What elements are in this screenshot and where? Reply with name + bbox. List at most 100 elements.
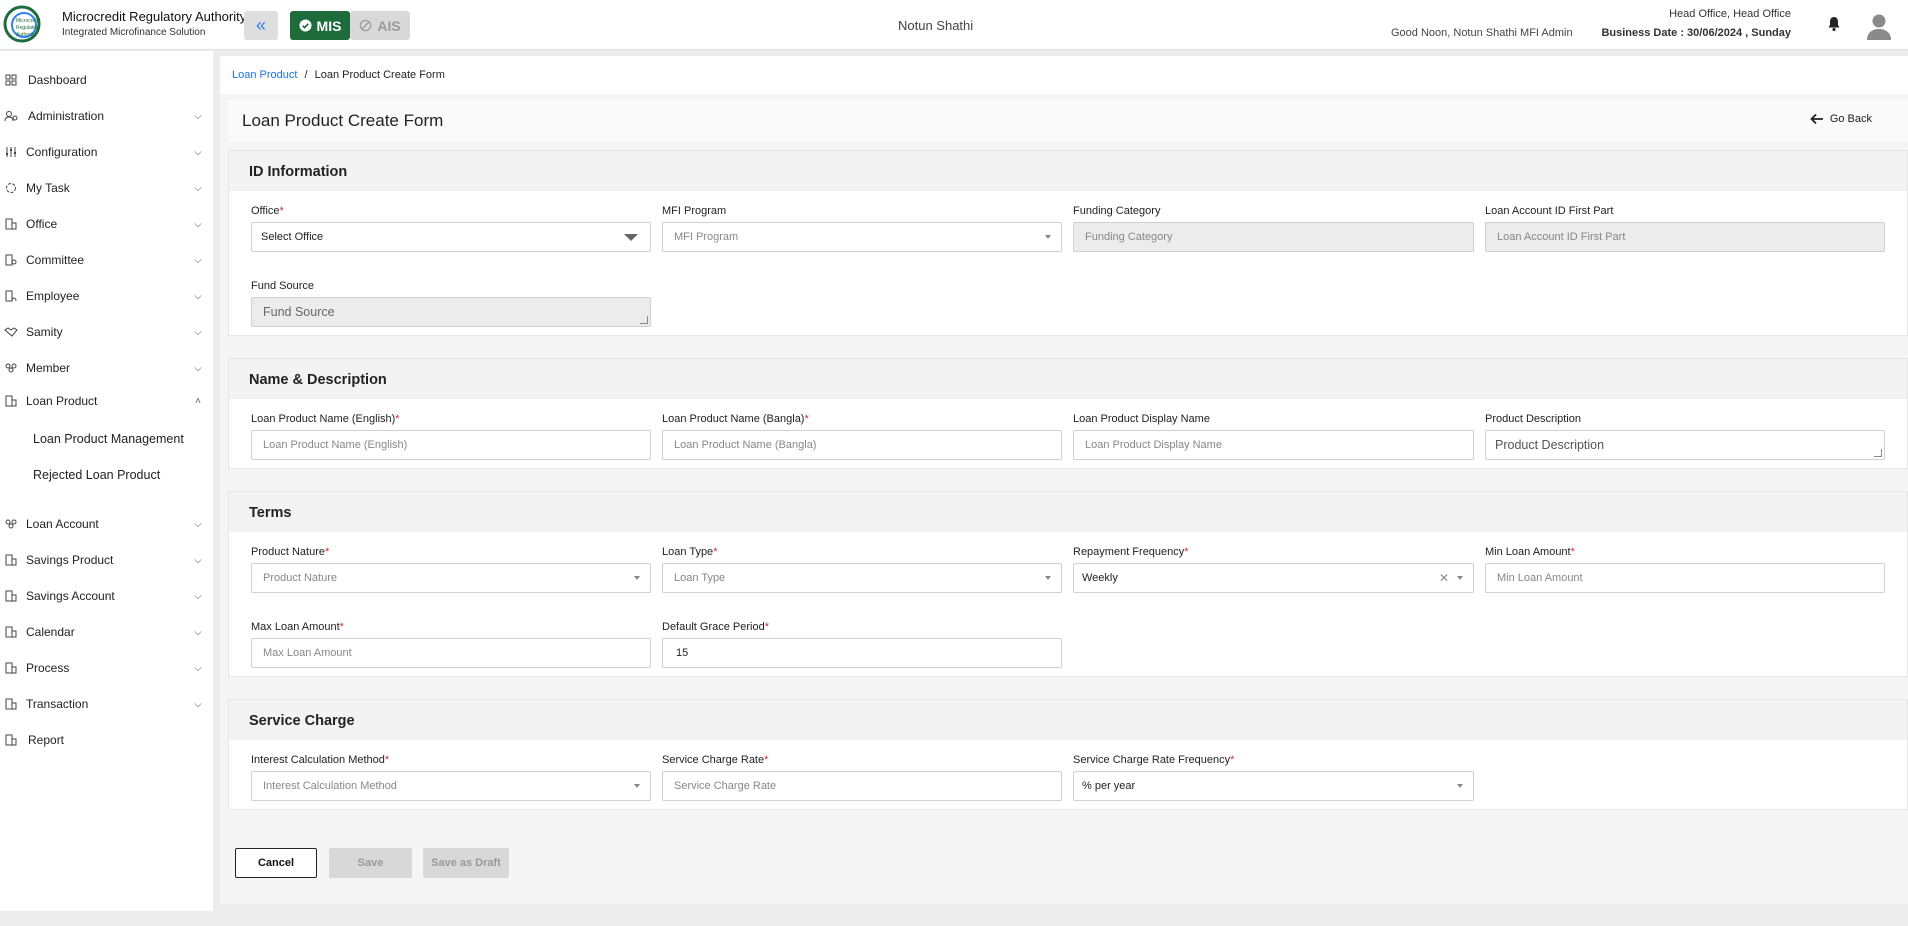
svg-text:Regulatory: Regulatory (16, 25, 41, 31)
handshake-icon (4, 325, 18, 339)
name-bangla-input[interactable]: Loan Product Name (Bangla) (662, 430, 1062, 460)
chevron-down-icon: ⌵ (194, 218, 202, 230)
building-icon (4, 589, 18, 603)
display-name-input[interactable]: Loan Product Display Name (1073, 430, 1474, 460)
interest-method-select[interactable]: Interest Calculation Method (251, 771, 651, 801)
sidebar-subitem-rejected-loan-product[interactable]: Rejected Loan Product (33, 468, 160, 482)
sidebar-item-label: Member (26, 361, 71, 375)
funding-category-label: Funding Category (1073, 205, 1161, 217)
save-button[interactable]: Save (329, 848, 412, 878)
sidebar-item-transaction[interactable]: Transaction ⌵ (0, 689, 213, 719)
cancel-button[interactable]: Cancel (235, 848, 317, 878)
caret-down-icon (1045, 235, 1051, 239)
repayment-frequency-value: Weekly (1082, 572, 1118, 584)
sidebar-item-savings-account[interactable]: Savings Account ⌵ (0, 581, 213, 611)
interest-method-label: Interest Calculation Method* (251, 754, 390, 766)
service-charge-rate-label: Service Charge Rate* (662, 754, 769, 766)
min-loan-amount-label: Min Loan Amount* (1485, 546, 1575, 558)
sidebar-item-label: Configuration (26, 145, 98, 159)
rate-frequency-value: % per year (1082, 780, 1136, 792)
building-icon (4, 394, 18, 408)
min-loan-amount-input[interactable]: Min Loan Amount (1485, 563, 1885, 593)
caret-down-icon (634, 576, 640, 580)
product-description-textarea[interactable]: Product Description (1485, 430, 1885, 460)
sidebar-item-label: Administration (28, 109, 105, 123)
clear-icon[interactable]: ✕ (1439, 564, 1449, 592)
loan-account-id-input[interactable]: Loan Account ID First Part (1485, 222, 1885, 252)
mis-toggle-button[interactable]: MIS (290, 11, 350, 40)
chevron-down-icon: ⌵ (194, 146, 202, 158)
sidebar-item-member[interactable]: Member ⌵ (0, 353, 213, 383)
breadcrumb-current: Loan Product Create Form (314, 69, 445, 81)
sidebar-item-process[interactable]: Process ⌵ (0, 653, 213, 683)
office-label: Office* (251, 205, 284, 217)
repayment-frequency-select[interactable]: Weekly ✕ (1073, 563, 1474, 593)
sidebar-item-dashboard[interactable]: Dashboard (0, 65, 213, 95)
check-circle-icon (299, 19, 312, 32)
sidebar-item-administration[interactable]: Administration ⌵ (0, 101, 213, 131)
breadcrumb-bar: Loan Product / Loan Product Create Form (220, 56, 1908, 94)
mfi-program-select[interactable]: MFI Program (662, 222, 1062, 252)
sidebar-item-label: Savings Product (26, 553, 114, 567)
sidebar-item-committee[interactable]: Committee ⌵ (0, 245, 213, 275)
employee-icon (4, 289, 18, 303)
sidebar-item-savings-product[interactable]: Savings Product ⌵ (0, 545, 213, 575)
product-nature-placeholder: Product Nature (263, 572, 337, 584)
breadcrumb-link-loan-product[interactable]: Loan Product (232, 69, 297, 81)
task-icon (4, 181, 18, 195)
name-english-input[interactable]: Loan Product Name (English) (251, 430, 651, 460)
ais-toggle-button[interactable]: AIS (350, 11, 410, 40)
loan-type-placeholder: Loan Type (674, 572, 726, 584)
grid-icon (4, 73, 18, 87)
double-chevron-left-icon: « (255, 15, 266, 35)
sidebar-item-loan-account[interactable]: Loan Account ⌵ (0, 509, 213, 539)
resize-handle-icon[interactable] (640, 316, 648, 324)
sidebar-item-my-task[interactable]: My Task ⌵ (0, 173, 213, 203)
committee-icon (4, 253, 18, 267)
max-loan-amount-input[interactable]: Max Loan Amount (251, 638, 651, 668)
sidebar-item-loan-product[interactable]: Loan Product ˄ (0, 386, 213, 416)
office-select-value: Select Office (261, 231, 324, 243)
bell-icon[interactable] (1827, 16, 1841, 32)
go-back-button[interactable]: Go Back (1810, 113, 1872, 125)
sidebar-item-samity[interactable]: Samity ⌵ (0, 317, 213, 347)
caret-down-icon (1457, 576, 1463, 580)
sidebar: Dashboard Administration ⌵ Configuration… (0, 51, 213, 911)
sidebar-collapse-button[interactable]: « (244, 11, 278, 40)
chevron-down-icon: ⌵ (194, 254, 202, 266)
funding-category-input[interactable]: Funding Category (1073, 222, 1474, 252)
default-grace-period-input[interactable]: 15 (662, 638, 1062, 668)
ais-label: AIS (377, 17, 401, 34)
save-as-draft-button[interactable]: Save as Draft (423, 848, 509, 878)
rate-frequency-select[interactable]: % per year (1073, 771, 1474, 801)
loan-type-select[interactable]: Loan Type (662, 563, 1062, 593)
go-back-label: Go Back (1829, 113, 1872, 125)
arrow-left-icon (1810, 113, 1823, 125)
chevron-down-icon: ⌵ (194, 110, 202, 122)
sidebar-item-office[interactable]: Office ⌵ (0, 209, 213, 239)
sidebar-item-configuration[interactable]: Configuration ⌵ (0, 137, 213, 167)
sidebar-item-calendar[interactable]: Calendar ⌵ (0, 617, 213, 647)
sidebar-item-label: Loan Product (26, 394, 98, 408)
product-nature-select[interactable]: Product Nature (251, 563, 651, 593)
service-charge-rate-input[interactable]: Service Charge Rate (662, 771, 1062, 801)
section-title: ID Information (229, 151, 1907, 191)
members-icon (4, 517, 18, 531)
default-grace-period-label: Default Grace Period* (662, 621, 769, 633)
svg-text:Authority: Authority (16, 32, 36, 38)
office-select[interactable]: Select Office (251, 222, 651, 252)
name-english-label: Loan Product Name (English)* (251, 413, 400, 425)
fund-source-textarea[interactable]: Fund Source (251, 297, 651, 327)
user-avatar-icon[interactable] (1866, 12, 1892, 40)
sidebar-item-report[interactable]: Report (0, 725, 213, 755)
sidebar-item-employee[interactable]: Employee ⌵ (0, 281, 213, 311)
svg-text:Microcredit: Microcredit (16, 18, 41, 24)
mis-label: MIS (316, 17, 342, 34)
sidebar-subitem-loan-product-management[interactable]: Loan Product Management (33, 432, 184, 446)
product-description-placeholder: Product Description (1495, 438, 1605, 452)
office-name: Head Office, Head Office (1669, 8, 1791, 20)
org-title: Microcredit Regulatory Authority (62, 9, 247, 24)
chevron-down-icon: ⌵ (194, 182, 202, 194)
sidebar-item-label: Committee (26, 253, 85, 267)
resize-handle-icon[interactable] (1874, 449, 1882, 457)
